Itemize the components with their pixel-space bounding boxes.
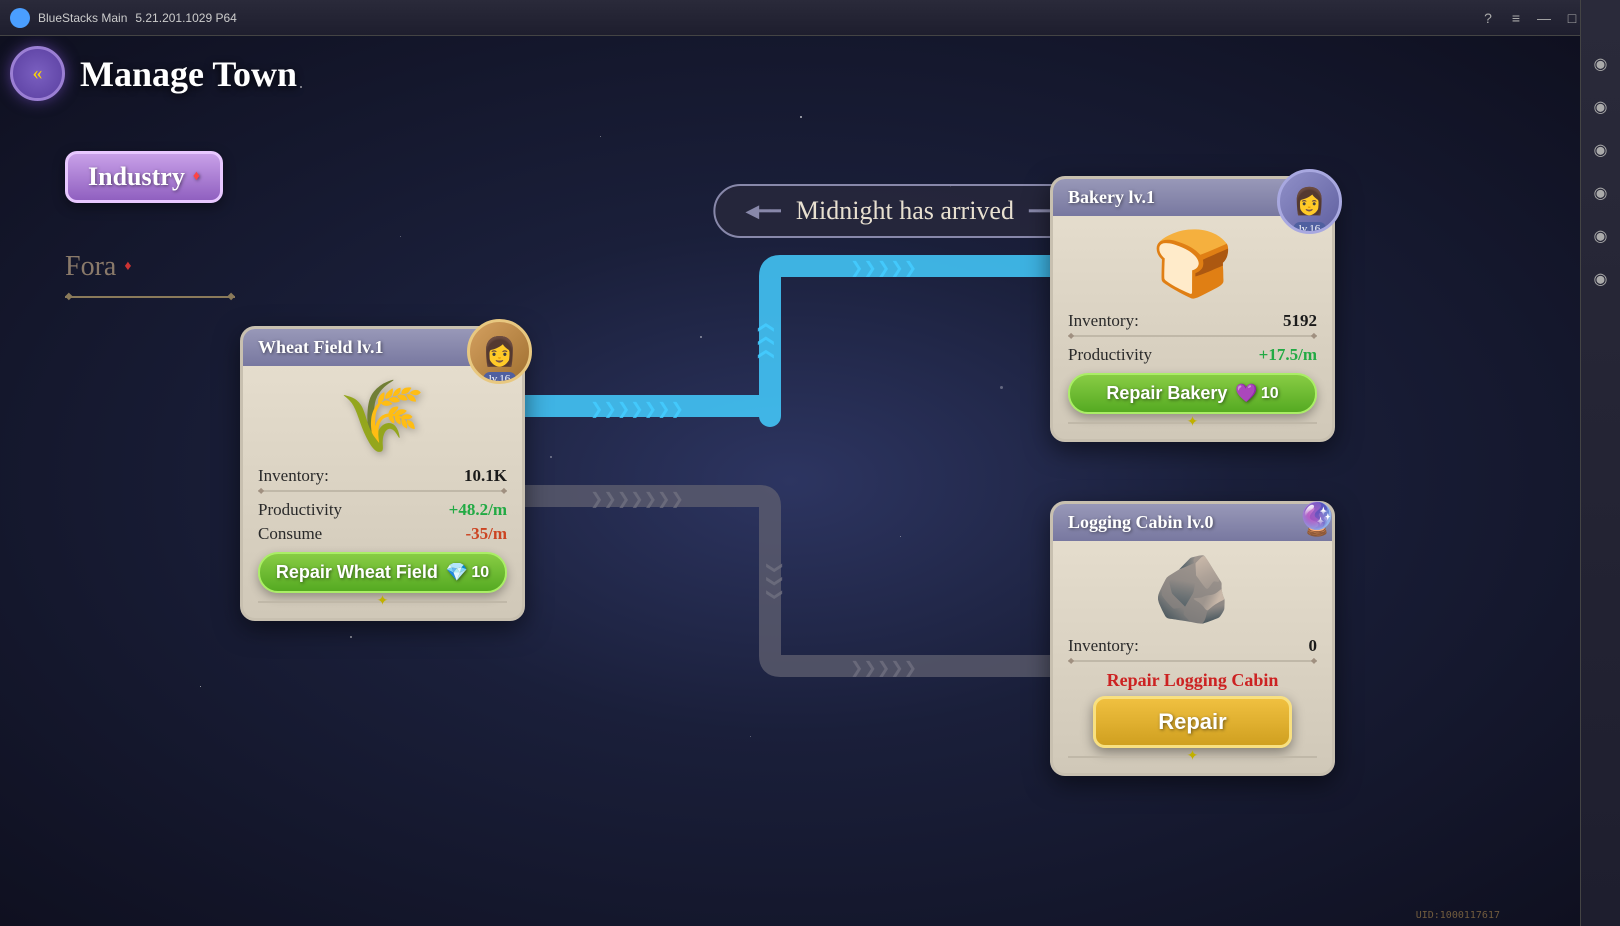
app-icon — [10, 8, 30, 28]
bakery-productivity-label: Productivity — [1068, 345, 1152, 365]
wheat-inventory-bar — [258, 490, 507, 492]
bakery-inventory-label: Inventory: — [1068, 311, 1139, 331]
midnight-text: Midnight has arrived — [796, 196, 1014, 226]
logging-card-title: Logging Cabin lv.0 — [1068, 512, 1214, 533]
bakery-productivity-stat: Productivity +17.5/m — [1068, 345, 1317, 365]
help-button[interactable]: ? — [1478, 8, 1498, 28]
bakery-inventory-value: 5192 — [1283, 311, 1317, 331]
bakery-inventory-stat: Inventory: 5192 — [1068, 311, 1317, 331]
bakery-icon-area: 🍞 — [1068, 226, 1317, 303]
logging-icon-area: 🪨 — [1068, 551, 1317, 628]
wheat-consume-label: Consume — [258, 524, 322, 544]
logging-card-bottom — [1068, 756, 1317, 758]
bakery-avatar: 👩 lv.16 — [1277, 169, 1342, 234]
wheat-icon: 🌾 — [339, 376, 426, 458]
fora-diamond: ♦ — [124, 259, 131, 275]
fora-label: Fora ♦ — [65, 251, 131, 283]
bakery-card-body: 🍞 Inventory: 5192 Productivity +17.5/m R… — [1053, 216, 1332, 439]
wheat-avatar-char: 👩 — [482, 335, 517, 369]
panel-icon-4[interactable]: ◉ — [1587, 179, 1615, 207]
repair-logging-label: Repair Logging Cabin — [1068, 670, 1317, 691]
wheat-cost-number: 10 — [471, 564, 489, 582]
wheat-card-title: Wheat Field lv.1 — [258, 337, 384, 358]
bread-icon: 🍞 — [1152, 226, 1233, 303]
minimize-button[interactable]: — — [1534, 8, 1554, 28]
watermark: UID:1000117617 — [1416, 910, 1500, 921]
wheat-inventory-value: 10.1K — [464, 466, 507, 486]
wheat-inventory-label: Inventory: — [258, 466, 329, 486]
wheat-card-avatar: 👩 lv.16 — [467, 319, 532, 384]
logging-inventory-bar — [1068, 660, 1317, 662]
logging-inventory-stat: Inventory: 0 — [1068, 636, 1317, 656]
log-icon: 🪨 — [1152, 551, 1233, 628]
wheat-card-body: 🌾 Inventory: 10.1K Productivity +48.2/m … — [243, 366, 522, 618]
logging-card-header: Logging Cabin lv.0 — [1053, 504, 1332, 541]
wheat-productivity-label: Productivity — [258, 500, 342, 520]
page-title: Manage Town — [80, 53, 297, 95]
logging-gem: 🔮 — [1297, 500, 1337, 538]
back-button[interactable]: « — [10, 46, 65, 101]
repair-bakery-cost: 💜 10 — [1235, 383, 1278, 404]
fora-text: Fora — [65, 251, 116, 283]
wheat-productivity-value: +48.2/m — [449, 500, 507, 520]
repair-logging-btn-label: Repair — [1158, 709, 1226, 734]
wheat-inventory-stat: Inventory: 10.1K — [258, 466, 507, 486]
repair-logging-button[interactable]: Repair — [1093, 696, 1292, 748]
bakery-card: Bakery lv.1 👩 lv.16 🍞 Inventory: 5192 Pr… — [1050, 176, 1335, 442]
wheat-consume-stat: Consume -35/m — [258, 524, 507, 544]
repair-wheat-cost: 💎 10 — [446, 562, 489, 583]
bakery-card-bottom — [1068, 422, 1317, 424]
midnight-banner: ◀━━ Midnight has arrived ━━▶ — [713, 184, 1096, 238]
game-area: « Manage Town Industry ♦ Fora ♦ ◀━━ Midn… — [0, 36, 1580, 926]
menu-button[interactable]: ≡ — [1506, 8, 1526, 28]
logging-cabin-card: Logging Cabin lv.0 🔮 🪨 Inventory: 0 Repa… — [1050, 501, 1335, 776]
midnight-arrow-left: ◀━━ — [745, 201, 781, 222]
logging-card-body: 🪨 Inventory: 0 Repair Logging Cabin Repa… — [1053, 541, 1332, 773]
repair-wheat-button[interactable]: Repair Wheat Field 💎 10 — [258, 552, 507, 593]
app-version: 5.21.201.1029 P64 — [135, 11, 236, 25]
maximize-button[interactable]: □ — [1562, 8, 1582, 28]
logging-inventory-value: 0 — [1309, 636, 1318, 656]
panel-icon-5[interactable]: ◉ — [1587, 222, 1615, 250]
panel-icon-6[interactable]: ◉ — [1587, 265, 1615, 293]
panel-icon-3[interactable]: ◉ — [1587, 136, 1615, 164]
panel-icon-2[interactable]: ◉ — [1587, 93, 1615, 121]
bakery-productivity-value: +17.5/m — [1259, 345, 1317, 365]
industry-label: Industry — [88, 162, 185, 192]
wheat-icon-area: 🌾 — [258, 376, 507, 458]
app-name: BlueStacks Main — [38, 11, 127, 25]
repair-wheat-label: Repair Wheat Field — [276, 562, 438, 583]
wheat-card-bottom — [258, 601, 507, 603]
stars-background — [0, 36, 1580, 926]
title-bar: BlueStacks Main 5.21.201.1029 P64 ? ≡ — … — [0, 0, 1620, 36]
repair-bakery-label: Repair Bakery — [1106, 383, 1227, 404]
bakery-gem-icon: 💜 — [1235, 383, 1257, 404]
right-panel: ◉ ◉ ◉ ◉ ◉ ◉ — [1580, 0, 1620, 926]
wheat-consume-value: -35/m — [465, 524, 507, 544]
game-header: « Manage Town — [10, 46, 1570, 101]
logging-inventory-label: Inventory: — [1068, 636, 1139, 656]
bakery-card-title: Bakery lv.1 — [1068, 187, 1155, 208]
wheat-field-card: Wheat Field lv.1 👩 lv.16 🌾 Inventory: 10… — [240, 326, 525, 621]
bakery-inventory-bar — [1068, 335, 1317, 337]
repair-bakery-button[interactable]: Repair Bakery 💜 10 — [1068, 373, 1317, 414]
wheat-productivity-stat: Productivity +48.2/m — [258, 500, 507, 520]
panel-icon-1[interactable]: ◉ — [1587, 50, 1615, 78]
logging-gem-icon: 🔮 — [1292, 494, 1342, 544]
industry-button[interactable]: Industry ♦ — [65, 151, 223, 203]
industry-diamond: ♦ — [193, 169, 200, 185]
fora-line — [65, 296, 235, 298]
bakery-cost-number: 10 — [1261, 385, 1279, 403]
bakery-avatar-char: 👩 — [1293, 187, 1325, 217]
wheat-gem-icon: 💎 — [446, 562, 468, 583]
